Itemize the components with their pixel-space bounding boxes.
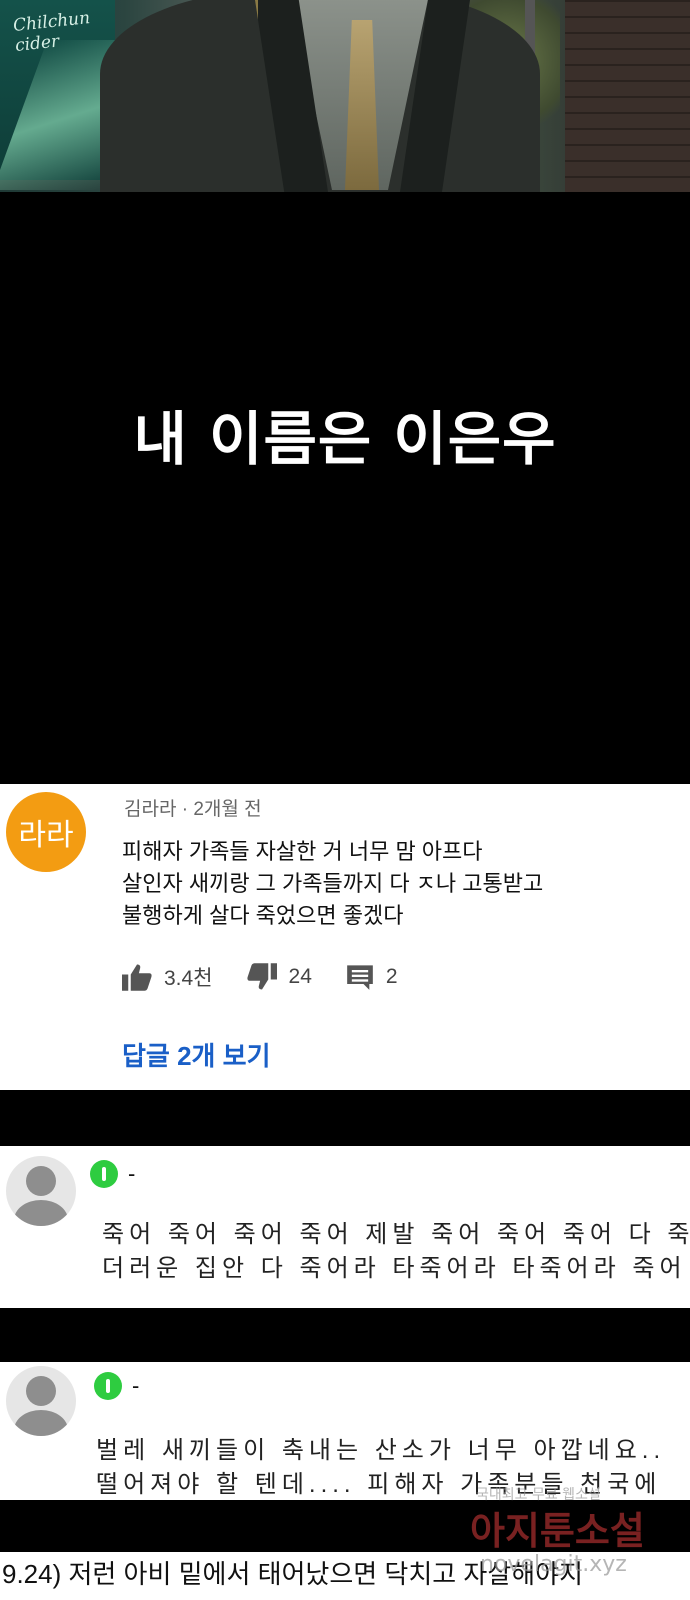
dislike-count: 24: [288, 965, 312, 988]
user-silhouette-icon: [26, 1376, 56, 1406]
avatar[interactable]: [6, 1366, 76, 1436]
user-silhouette-body: [14, 1200, 68, 1226]
comment-icon: [347, 965, 373, 990]
commenter-line: -: [94, 1372, 139, 1400]
webtoon-illustration-panel: Chilchun cider: [0, 0, 690, 192]
avatar[interactable]: [6, 1156, 76, 1226]
user-silhouette-icon: [26, 1166, 56, 1196]
thumbs-up-icon: [122, 964, 152, 991]
comment-line: 불행하게 살다 죽었으면 좋겠다: [122, 903, 404, 928]
user-badge-icon: [94, 1372, 122, 1400]
comment-body: 피해자 가족들 자살한 거 너무 맘 아프다 살인자 새끼랑 그 가족들까지 다…: [122, 836, 543, 932]
panel-caption: 내 이름은 이은우: [133, 405, 557, 473]
comment-actions: 3.4천 24 2: [122, 962, 432, 992]
like-button[interactable]: 3.4천: [122, 962, 213, 992]
view-replies-link[interactable]: 답글 2개 보기: [122, 1036, 271, 1073]
comment-line: 죽어 죽어 죽어 죽어 제발 죽어 죽어 죽어 다 죽: [102, 1221, 690, 1248]
commenter-name: -: [132, 1373, 140, 1398]
reply-button[interactable]: 2: [346, 964, 398, 990]
comment-line: 벌레 새끼들이 축내는 산소가 너무 아깝네요..: [96, 1437, 666, 1464]
thumbs-down-icon: [246, 963, 277, 990]
user-silhouette-body: [14, 1410, 68, 1436]
comment-line: 더러운 집안 다 죽어라 타죽어라 타죽어라 죽어: [102, 1255, 687, 1282]
comment-card: - 죽어 죽어 죽어 죽어 제발 죽어 죽어 죽어 다 죽 더러운 집안 다 죽…: [0, 1146, 690, 1308]
comment-card: 라라 김라라 · 2개월 전 피해자 가족들 자살한 거 너무 맘 아프다 살인…: [0, 784, 690, 1090]
comment-line: 9.24) 저런 아비 밑에서 태어났으면 닥치고 자살해야지: [2, 1559, 584, 1589]
reply-count: 2: [385, 965, 398, 988]
commenter-name: -: [128, 1161, 136, 1186]
dislike-button[interactable]: 24: [246, 963, 312, 991]
like-count: 3.4천: [164, 967, 213, 990]
commenter-line: -: [90, 1160, 135, 1188]
brick-wall: [565, 0, 690, 192]
comment-meta: 김라라 · 2개월 전: [124, 799, 262, 820]
watermark-logo: 아지툰소설: [470, 1509, 645, 1553]
user-badge-icon: [90, 1160, 118, 1188]
comment-line: 살인자 새끼랑 그 가족들까지 다 ㅈ나 고통받고: [122, 871, 544, 896]
avatar[interactable]: 라라: [6, 792, 86, 872]
comment-strip: 9.24) 저런 아비 밑에서 태어났으면 닥치고 자살해야지: [0, 1552, 690, 1600]
comment-card: - 벌레 새끼들이 축내는 산소가 너무 아깝네요.. 떨어져야 할 텐데...…: [0, 1362, 690, 1500]
comment-line: 떨어져야 할 텐데.... 피해자 가족분들 천국에: [96, 1471, 662, 1498]
comment-line: 피해자 가족들 자살한 거 너무 맘 아프다: [122, 839, 483, 864]
